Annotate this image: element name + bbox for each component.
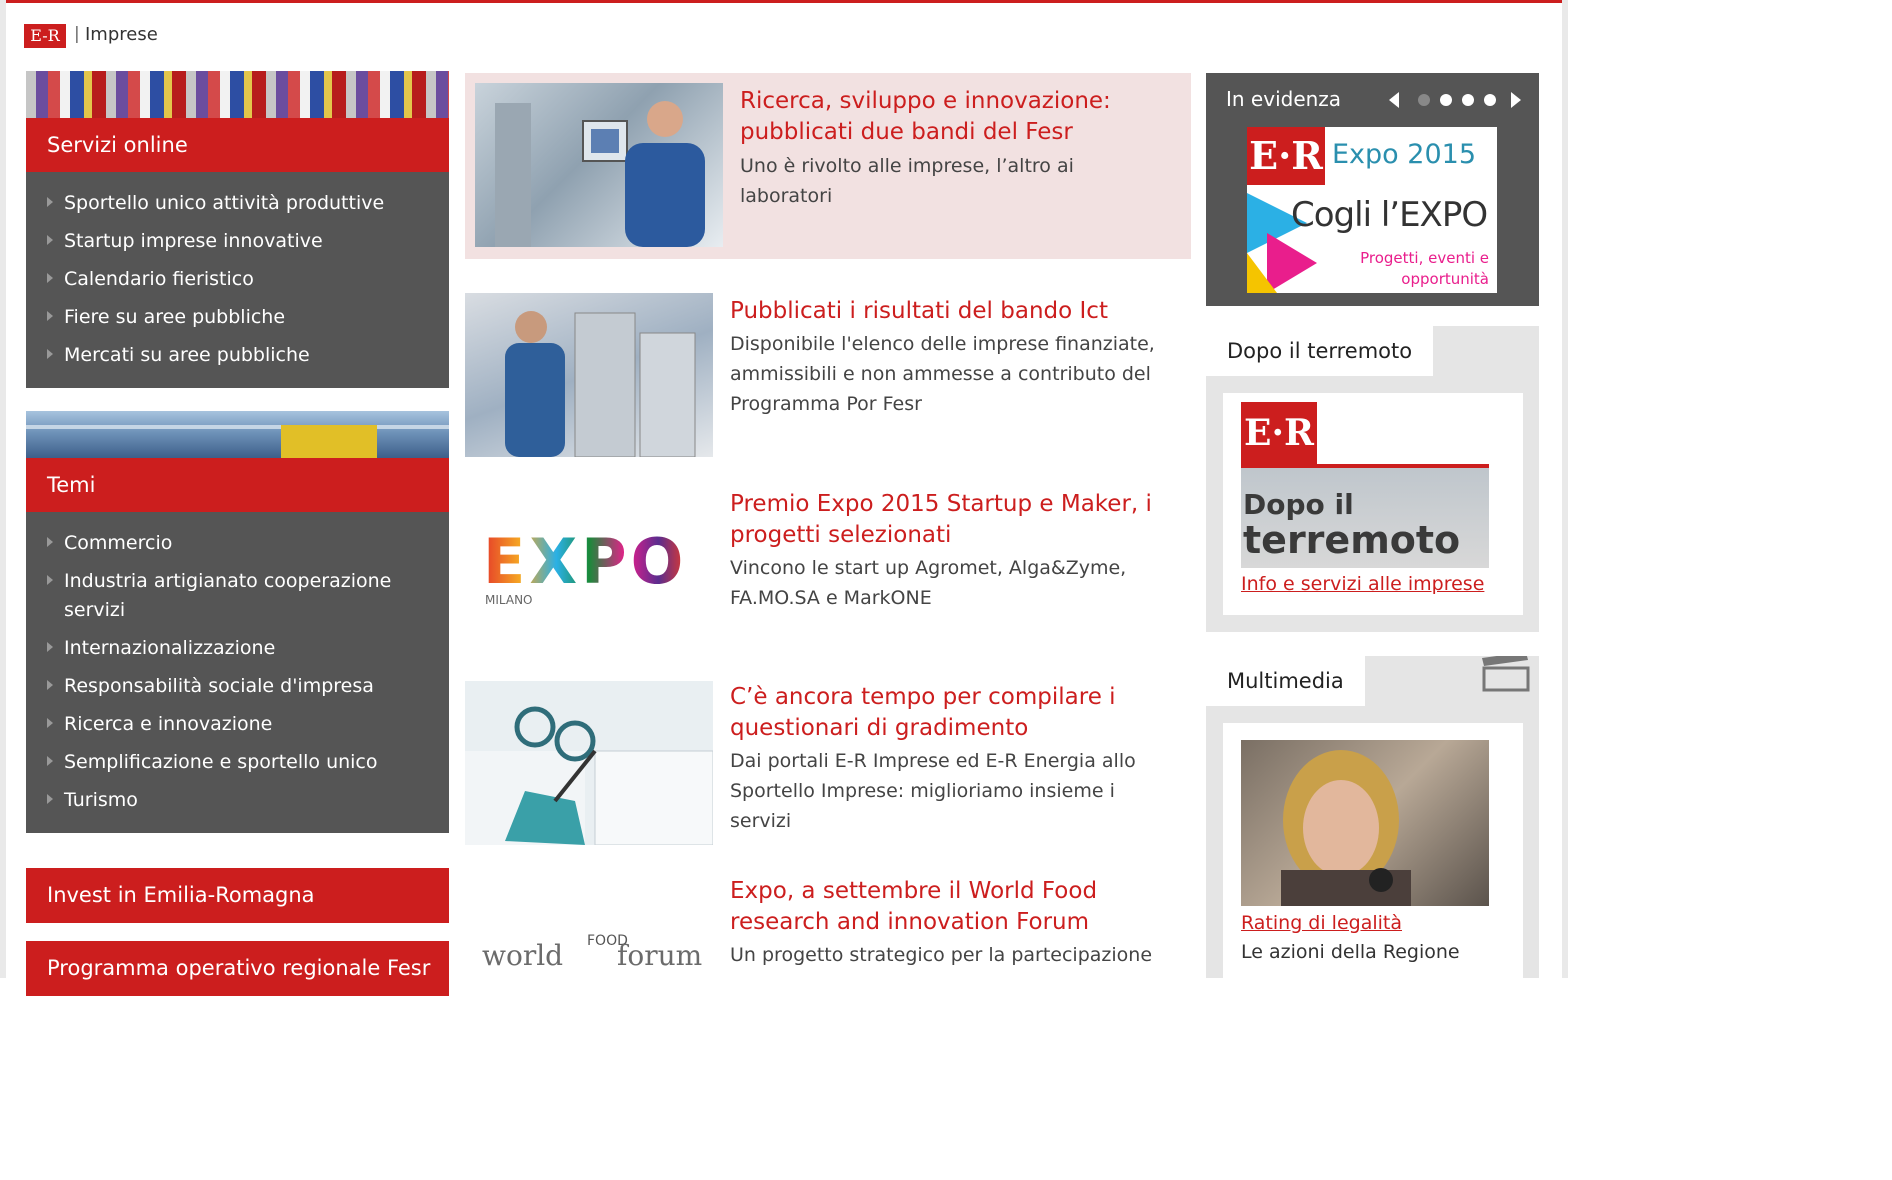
left-page-border (0, 0, 6, 978)
menu-item-internazionalizzazione[interactable]: Internazionalizzazione (26, 629, 449, 667)
dopo-il-terremoto-box: Dopo il terremoto E·R Dopo il terremoto … (1206, 326, 1539, 632)
dopo-il-terremoto-card: E·R Dopo il terremoto Info e servizi all… (1223, 393, 1523, 615)
carousel-dot[interactable] (1418, 94, 1430, 106)
carousel-dot-active[interactable] (1440, 94, 1452, 106)
terremoto-er-logo: E·R (1241, 402, 1317, 464)
flags-banner-image (26, 71, 449, 118)
news-item[interactable]: world FOOD forum Expo, a settembre il Wo… (465, 875, 1191, 978)
bullet-arrow-icon (47, 197, 53, 207)
temi-block: Temi Commercio Industria artigianato coo… (26, 411, 449, 833)
news-item[interactable]: Pubblicati i risultati del bando Ict Dis… (465, 293, 1191, 463)
invest-emilia-romagna-link[interactable]: Invest in Emilia-Romagna (26, 868, 449, 923)
banner-cogli-expo-text: Cogli l’EXPO (1291, 195, 1488, 235)
rating-di-legalita-link[interactable]: Rating di legalità (1241, 912, 1402, 934)
news-title[interactable]: Expo, a settembre il World Food research… (730, 876, 1170, 938)
dopo-il-terremoto-tab: Dopo il terremoto (1206, 326, 1434, 376)
news-item[interactable]: EXPO MILANO Premio Expo 2015 Startup e M… (465, 487, 1191, 657)
right-page-border (1562, 0, 1568, 978)
bullet-arrow-icon (47, 718, 53, 728)
banner-er-logo: E·R (1247, 127, 1325, 185)
lab-illustration (495, 101, 705, 247)
terremoto-banner-image[interactable]: E·R Dopo il terremoto (1241, 402, 1489, 568)
temi-menu: Commercio Industria artigianato cooperaz… (26, 512, 449, 833)
in-evidenza-title: In evidenza (1226, 87, 1342, 111)
expo-logo-text: EXPO (483, 525, 688, 598)
banner-machine (281, 425, 377, 458)
in-evidenza-carousel: In evidenza E·R Expo 2015 Cogli l’EXPO P… (1206, 73, 1539, 306)
news-thumbnail-survey-image (465, 681, 713, 845)
carousel-dot[interactable] (1462, 94, 1474, 106)
servizi-online-block: Servizi online Sportello unico attività … (26, 71, 449, 388)
carousel-next-icon[interactable] (1511, 92, 1521, 108)
multimedia-card: Rating di legalità Le azioni della Regio… (1223, 723, 1523, 978)
terremoto-line2: terremoto (1243, 518, 1461, 562)
woman-portrait-illustration (1281, 750, 1411, 906)
banner-beam (26, 425, 449, 429)
news-title[interactable]: Pubblicati i risultati del bando Ict (730, 296, 1180, 327)
servizi-online-heading[interactable]: Servizi online (26, 118, 449, 172)
menu-item-semplificazione[interactable]: Semplificazione e sportello unico (26, 743, 449, 781)
news-title[interactable]: Ricerca, sviluppo e innovazione: pubblic… (740, 86, 1160, 148)
info-servizi-imprese-link[interactable]: Info e servizi alle imprese (1241, 573, 1484, 595)
bullet-arrow-icon (47, 756, 53, 766)
banner-subtitle-line2: opportunità (1401, 270, 1489, 288)
carousel-dot[interactable] (1484, 94, 1496, 106)
news-title[interactable]: Premio Expo 2015 Startup e Maker, i prog… (730, 489, 1170, 551)
menu-item-sportello-unico[interactable]: Sportello unico attività produttive (26, 184, 449, 222)
news-item-featured[interactable]: Ricerca, sviluppo e innovazione: pubblic… (465, 73, 1191, 259)
menu-item-industria[interactable]: Industria artigianato cooperazione servi… (26, 562, 449, 629)
news-item[interactable]: C’è ancora tempo per compilare i questio… (465, 681, 1191, 851)
wff-logo-world: world (482, 939, 564, 972)
wff-logo-forum: forum (617, 939, 703, 972)
banner-subtitle-line1: Progetti, eventi e (1360, 249, 1489, 267)
menu-item-turismo[interactable]: Turismo (26, 781, 449, 819)
bullet-arrow-icon (47, 642, 53, 652)
menu-item-mercati[interactable]: Mercati su aree pubbliche (26, 336, 449, 374)
menu-item-calendario[interactable]: Calendario fieristico (26, 260, 449, 298)
expo-2015-banner[interactable]: E·R Expo 2015 Cogli l’EXPO Progetti, eve… (1247, 127, 1497, 293)
news-summary: Un progetto strategico per la partecipaz… (730, 944, 1153, 966)
menu-item-commercio[interactable]: Commercio (26, 524, 449, 562)
menu-item-responsabilita[interactable]: Responsabilità sociale d'impresa (26, 667, 449, 705)
menu-item-ricerca[interactable]: Ricerca e innovazione (26, 705, 449, 743)
servizi-online-menu: Sportello unico attività produttive Star… (26, 172, 449, 388)
bullet-arrow-icon (47, 311, 53, 321)
multimedia-tab: Multimedia (1206, 656, 1365, 706)
video-thumbnail-image[interactable] (1241, 740, 1489, 906)
bullet-arrow-icon (47, 349, 53, 359)
factory-illustration (505, 311, 696, 457)
bullet-arrow-icon (47, 537, 53, 547)
news-thumbnail-world-food-forum-logo: world FOOD forum (465, 875, 713, 978)
bullet-arrow-icon (47, 235, 53, 245)
header-separator: | (74, 24, 80, 44)
news-thumbnail-expo-logo: EXPO MILANO (465, 487, 713, 651)
factory-banner-image (26, 411, 449, 458)
expo-logo-caption: MILANO (485, 593, 533, 607)
news-summary: Dai portali E-R Imprese ed E-R Energia a… (730, 750, 1136, 832)
banner-expo-2015-text: Expo 2015 (1332, 139, 1476, 170)
menu-item-startup[interactable]: Startup imprese innovative (26, 222, 449, 260)
clapperboard-icon (1482, 656, 1530, 692)
news-summary: Disponibile l'elenco delle imprese finan… (730, 333, 1155, 415)
bullet-arrow-icon (47, 273, 53, 283)
site-name-link[interactable]: Imprese (85, 24, 158, 45)
news-thumbnail-factory-image (465, 293, 713, 457)
news-summary: Uno è rivolto alle imprese, l’altro ai l… (740, 155, 1074, 207)
news-summary: Vincono le start up Agromet, Alga&Zyme, … (730, 557, 1127, 609)
bullet-arrow-icon (47, 680, 53, 690)
survey-illustration (465, 706, 713, 845)
programma-fesr-link[interactable]: Programma operativo regionale Fesr (26, 941, 449, 996)
multimedia-box: Multimedia Rating di legalità Le azioni … (1206, 656, 1539, 978)
news-title[interactable]: C’è ancora tempo per compilare i questio… (730, 682, 1170, 744)
menu-item-fiere[interactable]: Fiere su aree pubbliche (26, 298, 449, 336)
bullet-arrow-icon (47, 575, 53, 585)
carousel-prev-icon[interactable] (1389, 92, 1399, 108)
er-logo[interactable]: E-R (24, 24, 66, 48)
top-accent-line (0, 0, 1568, 3)
terremoto-line1: Dopo il (1243, 488, 1354, 521)
temi-heading[interactable]: Temi (26, 458, 449, 512)
multimedia-caption: Le azioni della Regione (1241, 941, 1460, 963)
bullet-arrow-icon (47, 794, 53, 804)
news-thumbnail-lab-image (475, 83, 723, 247)
